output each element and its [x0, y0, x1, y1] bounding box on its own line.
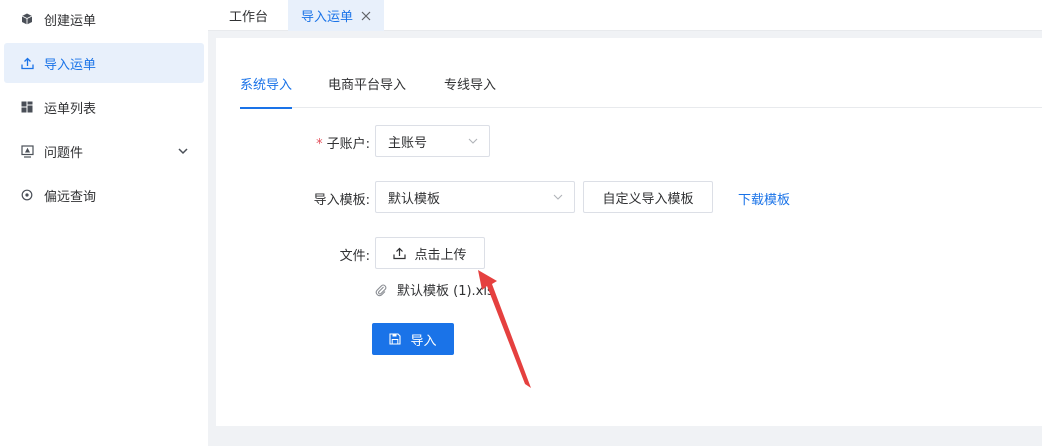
custom-template-button[interactable]: 自定义导入模板	[583, 181, 713, 213]
monitor-warning-icon	[20, 144, 34, 158]
tab-label: 工作台	[229, 10, 269, 25]
chevron-down-icon[interactable]	[176, 144, 190, 158]
sidebar-item-label: 运单列表	[44, 101, 97, 117]
template-label: 导入模板:	[313, 193, 370, 208]
list-grid-icon	[20, 100, 34, 114]
tab-bar: 工作台 导入运单	[208, 0, 1042, 31]
close-icon[interactable]	[361, 11, 371, 21]
sidebar-item-label: 问题件	[44, 145, 84, 161]
paperclip-icon	[375, 283, 387, 296]
tab-workbench[interactable]: 工作台	[216, 0, 281, 31]
sub-account-select[interactable]: 主账号	[375, 125, 490, 157]
sidebar-item-label: 偏远查询	[44, 189, 97, 205]
sidebar-item-problem-parcel[interactable]: 问题件	[4, 131, 204, 171]
chevron-down-icon	[468, 138, 478, 144]
tab-dedicated-line-import[interactable]: 专线导入	[444, 72, 496, 108]
uploaded-file-name: 默认模板 (1).xls	[397, 284, 494, 299]
sub-account-label: * 子账户:	[316, 137, 370, 152]
file-label: 文件:	[339, 249, 370, 264]
upload-button[interactable]: 点击上传	[375, 237, 485, 269]
sidebar-item-import-waybill[interactable]: 导入运单	[4, 43, 204, 83]
import-submit-label: 导入	[410, 333, 437, 349]
required-mark: *	[316, 137, 323, 152]
sidebar-item-label: 创建运单	[44, 13, 97, 29]
save-icon	[389, 333, 402, 345]
upload-icon	[393, 247, 407, 259]
box-icon	[20, 12, 34, 26]
sidebar: 创建运单 导入运单 运单列表 问题件 偏远查询	[0, 0, 208, 446]
uploaded-file-item[interactable]: 默认模板 (1).xls	[375, 280, 494, 299]
import-submit-button[interactable]: 导入	[372, 323, 454, 355]
sidebar-item-label: 导入运单	[44, 57, 97, 73]
template-value: 默认模板	[388, 191, 441, 207]
tab-system-import[interactable]: 系统导入	[240, 72, 293, 109]
target-icon	[20, 188, 34, 202]
import-type-tabs: 系统导入 电商平台导入 专线导入	[240, 72, 1042, 109]
download-template-link[interactable]: 下载模板	[738, 189, 790, 208]
sidebar-item-remote-area-query[interactable]: 偏远查询	[4, 175, 204, 215]
tab-import-waybill[interactable]: 导入运单	[288, 0, 385, 31]
chevron-down-icon	[553, 194, 563, 200]
sub-account-value: 主账号	[388, 135, 428, 151]
sidebar-item-waybill-list[interactable]: 运单列表	[4, 87, 204, 127]
main-panel: 系统导入 电商平台导入 专线导入 * 子账户: 主账号 导入模板: 默认模板 自定…	[216, 38, 1042, 426]
tab-ecommerce-import[interactable]: 电商平台导入	[328, 72, 406, 108]
tab-label: 导入运单	[301, 10, 354, 25]
sidebar-item-create-waybill[interactable]: 创建运单	[4, 0, 204, 38]
upload-button-label: 点击上传	[414, 247, 467, 263]
upload-icon	[20, 56, 34, 70]
template-select[interactable]: 默认模板	[375, 181, 575, 213]
